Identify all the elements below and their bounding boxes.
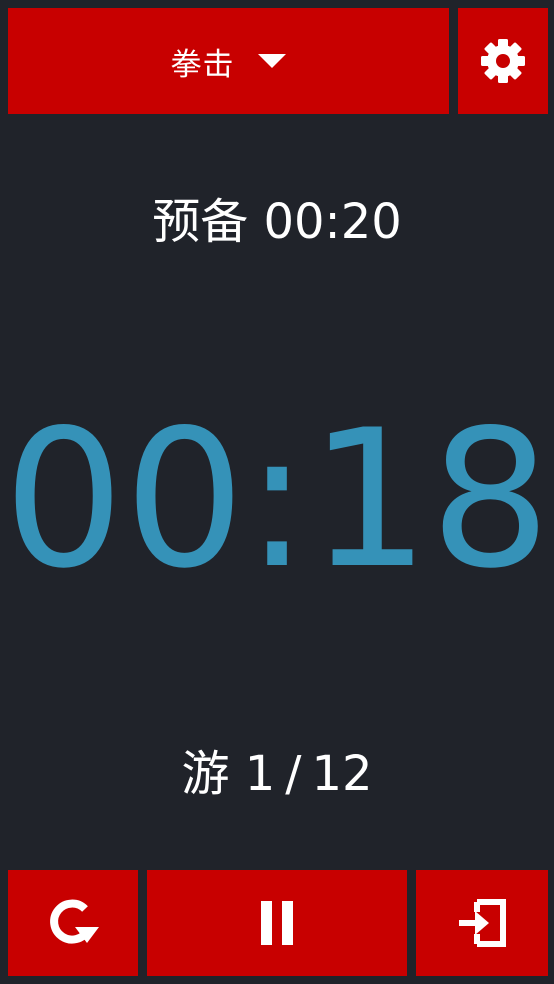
prep-time-display: 预备 00:20 [0, 190, 554, 254]
exit-button[interactable] [416, 870, 548, 976]
pause-icon [260, 900, 294, 946]
round-label: 游 [181, 746, 230, 802]
prep-time: 00:20 [263, 194, 402, 250]
mode-label: 拳击 [170, 46, 235, 83]
settings-button[interactable] [458, 8, 548, 114]
main-timer: 00:18 [3, 389, 551, 610]
round-current: 1 [244, 746, 276, 802]
reset-button[interactable] [8, 870, 138, 976]
prep-label: 预备 [152, 194, 249, 250]
triangle-down-icon [257, 52, 287, 70]
gear-icon [480, 38, 526, 84]
reset-icon [45, 898, 101, 948]
pause-button[interactable] [147, 870, 407, 976]
exit-icon [457, 899, 507, 947]
mode-select-button[interactable]: 拳击 [8, 8, 449, 114]
round-total: 12 [311, 746, 373, 802]
round-separator: / [285, 746, 302, 802]
round-counter: 游 1/12 [0, 742, 554, 806]
